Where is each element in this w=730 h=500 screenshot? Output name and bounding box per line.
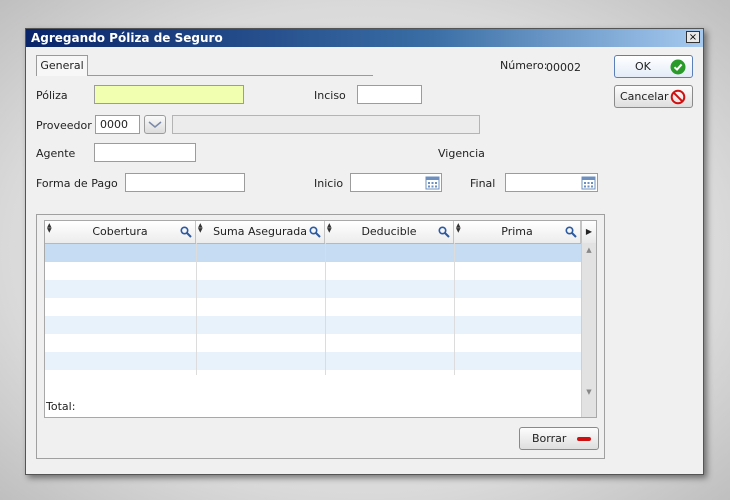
table-row[interactable]: [45, 316, 581, 334]
check-circle-icon: [670, 59, 686, 75]
search-icon[interactable]: [565, 226, 577, 238]
total-label: Total:: [46, 400, 76, 413]
proveedor-name-field: [172, 115, 480, 134]
ok-button[interactable]: OK: [614, 55, 693, 78]
borrar-button-label: Borrar: [532, 432, 567, 445]
table-row[interactable]: [45, 280, 581, 298]
grid-header: ▲ ▼ Cobertura ▲ ▼ Suma Asegurada ▲ ▼ Deduci…: [45, 221, 596, 244]
numero-label: Número:: [500, 59, 548, 72]
column-deducible-label: Deducible: [361, 225, 417, 238]
search-icon[interactable]: [309, 226, 321, 238]
tab-divider: [87, 75, 373, 76]
close-icon: ×: [688, 32, 698, 43]
chevron-right-icon: ▶: [585, 227, 593, 236]
inicio-label: Inicio: [314, 177, 344, 190]
final-label: Final: [470, 177, 496, 190]
final-date-input[interactable]: [505, 173, 598, 192]
numero-value: 00002: [546, 61, 581, 74]
column-divider: [196, 243, 197, 375]
coverage-panel: ▲ ▼ Cobertura ▲ ▼ Suma Asegurada ▲ ▼ Deduci…: [36, 214, 605, 459]
inciso-label: Inciso: [314, 89, 346, 102]
calendar-icon[interactable]: [581, 175, 596, 190]
cancel-button[interactable]: Cancelar: [614, 85, 693, 108]
cancel-button-label: Cancelar: [620, 90, 669, 103]
column-cobertura-label: Cobertura: [92, 225, 148, 238]
scroll-up-icon[interactable]: ▲: [582, 243, 596, 257]
column-cobertura[interactable]: ▲ ▼ Cobertura: [45, 221, 196, 243]
calendar-icon[interactable]: [425, 175, 440, 190]
column-prima-label: Prima: [501, 225, 533, 238]
inicio-date-input[interactable]: [350, 173, 442, 192]
window-title: Agregando Póliza de Seguro: [31, 31, 223, 45]
forma-pago-input[interactable]: [125, 173, 245, 192]
coverage-grid: ▲ ▼ Cobertura ▲ ▼ Suma Asegurada ▲ ▼ Deduci…: [44, 220, 597, 418]
table-row[interactable]: [45, 244, 581, 262]
scroll-down-icon[interactable]: ▼: [582, 385, 596, 399]
no-entry-icon: [670, 89, 686, 105]
table-row[interactable]: [45, 370, 581, 388]
vertical-scrollbar[interactable]: ▲ ▼: [581, 243, 596, 417]
column-divider: [454, 243, 455, 375]
agente-label: Agente: [36, 147, 76, 160]
table-row[interactable]: [45, 352, 581, 370]
sort-icon: ▲ ▼: [198, 222, 203, 234]
column-deducible[interactable]: ▲ ▼ Deducible: [325, 221, 454, 243]
borrar-button[interactable]: Borrar: [519, 427, 599, 450]
proveedor-label: Proveedor: [36, 119, 92, 132]
table-row[interactable]: [45, 262, 581, 280]
poliza-label: Póliza: [36, 89, 68, 102]
poliza-input[interactable]: [94, 85, 244, 104]
sort-icon: ▲ ▼: [456, 222, 461, 234]
tab-general[interactable]: General: [36, 55, 88, 76]
table-row[interactable]: [45, 334, 581, 352]
column-divider: [325, 243, 326, 375]
forma-pago-label: Forma de Pago: [36, 177, 118, 190]
title-bar: Agregando Póliza de Seguro ×: [26, 29, 703, 47]
dialog-window: Agregando Póliza de Seguro × General Núm…: [25, 28, 704, 475]
minus-icon: [577, 437, 591, 441]
sort-icon: ▲ ▼: [47, 222, 52, 234]
close-button[interactable]: ×: [686, 31, 700, 43]
column-suma-asegurada[interactable]: ▲ ▼ Suma Asegurada: [196, 221, 325, 243]
proveedor-code-input[interactable]: 0000: [95, 115, 140, 134]
column-chooser-button[interactable]: ▶: [581, 221, 596, 243]
column-prima[interactable]: ▲ ▼ Prima: [454, 221, 581, 243]
vigencia-label: Vigencia: [438, 147, 485, 160]
ok-button-label: OK: [635, 60, 651, 73]
background-frame: Agregando Póliza de Seguro × General Núm…: [0, 0, 730, 500]
proveedor-lookup-button[interactable]: [144, 115, 166, 134]
inciso-input[interactable]: [357, 85, 422, 104]
agente-input[interactable]: [94, 143, 196, 162]
search-icon[interactable]: [180, 226, 192, 238]
column-suma-asegurada-label: Suma Asegurada: [213, 225, 307, 238]
sort-icon: ▲ ▼: [327, 222, 332, 234]
search-icon[interactable]: [438, 226, 450, 238]
table-row[interactable]: [45, 298, 581, 316]
chevron-down-icon: [148, 121, 162, 128]
